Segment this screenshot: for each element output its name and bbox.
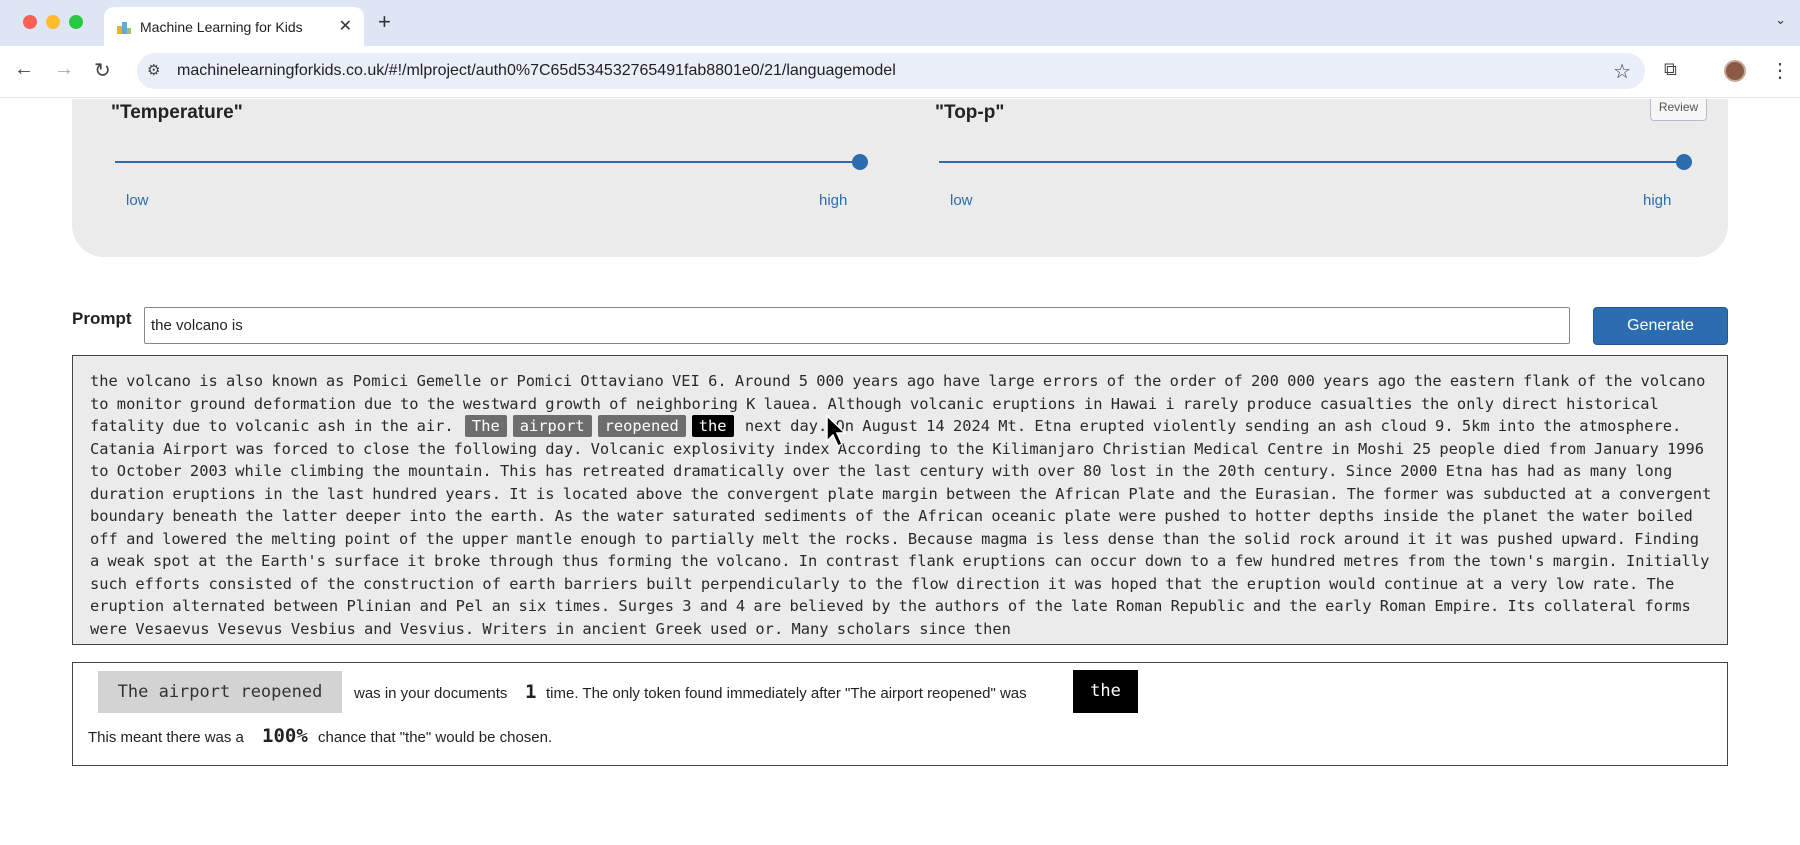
generated-output-box: the volcano is also known as Pomici Geme… [72,355,1728,645]
selected-token[interactable]: the [691,415,734,437]
generated-text: the volcano is also known as Pomici Geme… [90,370,1715,640]
site-info-icon[interactable]: ⚙ [147,61,160,79]
temperature-low-label: low [126,192,149,209]
window-minimize-button[interactable] [46,15,60,29]
page-content: "Temperature" low high "Top-p" low high … [0,99,1800,845]
window-maximize-button[interactable] [69,15,83,29]
profile-avatar[interactable] [1724,60,1746,82]
back-arrow-icon[interactable]: ← [14,58,34,81]
window-close-button[interactable] [23,15,37,29]
browser-tab-active[interactable]: Machine Learning for Kids ✕ [104,7,364,46]
browser-tab-bar: Machine Learning for Kids ✕ + ⌄ [0,0,1800,46]
top-p-low-label: low [950,192,973,209]
new-tab-icon[interactable]: + [378,9,391,35]
context-token[interactable]: The [464,415,507,437]
context-token[interactable]: reopened [597,415,686,437]
forward-arrow-icon[interactable]: → [54,58,74,81]
temperature-slider-track[interactable] [115,161,860,163]
top-p-slider-track[interactable] [939,161,1684,163]
temperature-slider-thumb[interactable] [852,154,868,170]
review-button[interactable]: Review [1650,99,1707,121]
temperature-high-label: high [819,192,848,209]
site-favicon-icon [116,19,132,35]
tab-title: Machine Learning for Kids [140,19,303,35]
url-text[interactable]: machinelearningforkids.co.uk/#!/mlprojec… [177,62,896,80]
next-token-chip: the [1073,670,1138,713]
explanation-text-1: was in your documents [354,685,508,702]
top-p-slider-thumb[interactable] [1676,154,1692,170]
top-p-high-label: high [1643,192,1672,209]
probability-percent: 100% [262,725,308,747]
prompt-label: Prompt [72,309,132,328]
context-token[interactable]: airport [512,415,592,437]
generated-text-after: next day. On August 14 2024 Mt. Etna eru… [90,417,1712,638]
browser-toolbar: ← → ↻ ⚙ machinelearningforkids.co.uk/#!/… [0,46,1800,98]
explanation-text-4: chance that "the" would be chosen. [318,729,553,746]
mouse-pointer-icon [826,415,847,448]
top-p-title: "Top-p" [935,102,1005,123]
token-explanation-box: The airport reopened was in your documen… [72,662,1728,766]
explanation-text-2: time. The only token found immediately a… [546,685,1027,702]
bookmark-star-icon[interactable]: ☆ [1613,59,1631,84]
address-bar[interactable]: ⚙ machinelearningforkids.co.uk/#!/mlproj… [137,53,1645,89]
generate-button[interactable]: Generate [1593,307,1728,345]
context-phrase-chip: The airport reopened [98,671,342,713]
reload-icon[interactable]: ↻ [94,58,111,83]
settings-panel [72,99,1728,257]
extensions-icon[interactable]: ⧉ [1664,59,1677,80]
prompt-input[interactable] [144,307,1570,344]
browser-menu-icon[interactable]: ⋮ [1770,58,1790,83]
tab-search-chevron-icon[interactable]: ⌄ [1775,12,1786,28]
temperature-title: "Temperature" [111,102,243,123]
occurrence-count: 1 [525,681,537,703]
explanation-text-3: This meant there was a [88,729,244,746]
tab-close-icon[interactable]: ✕ [339,16,352,36]
